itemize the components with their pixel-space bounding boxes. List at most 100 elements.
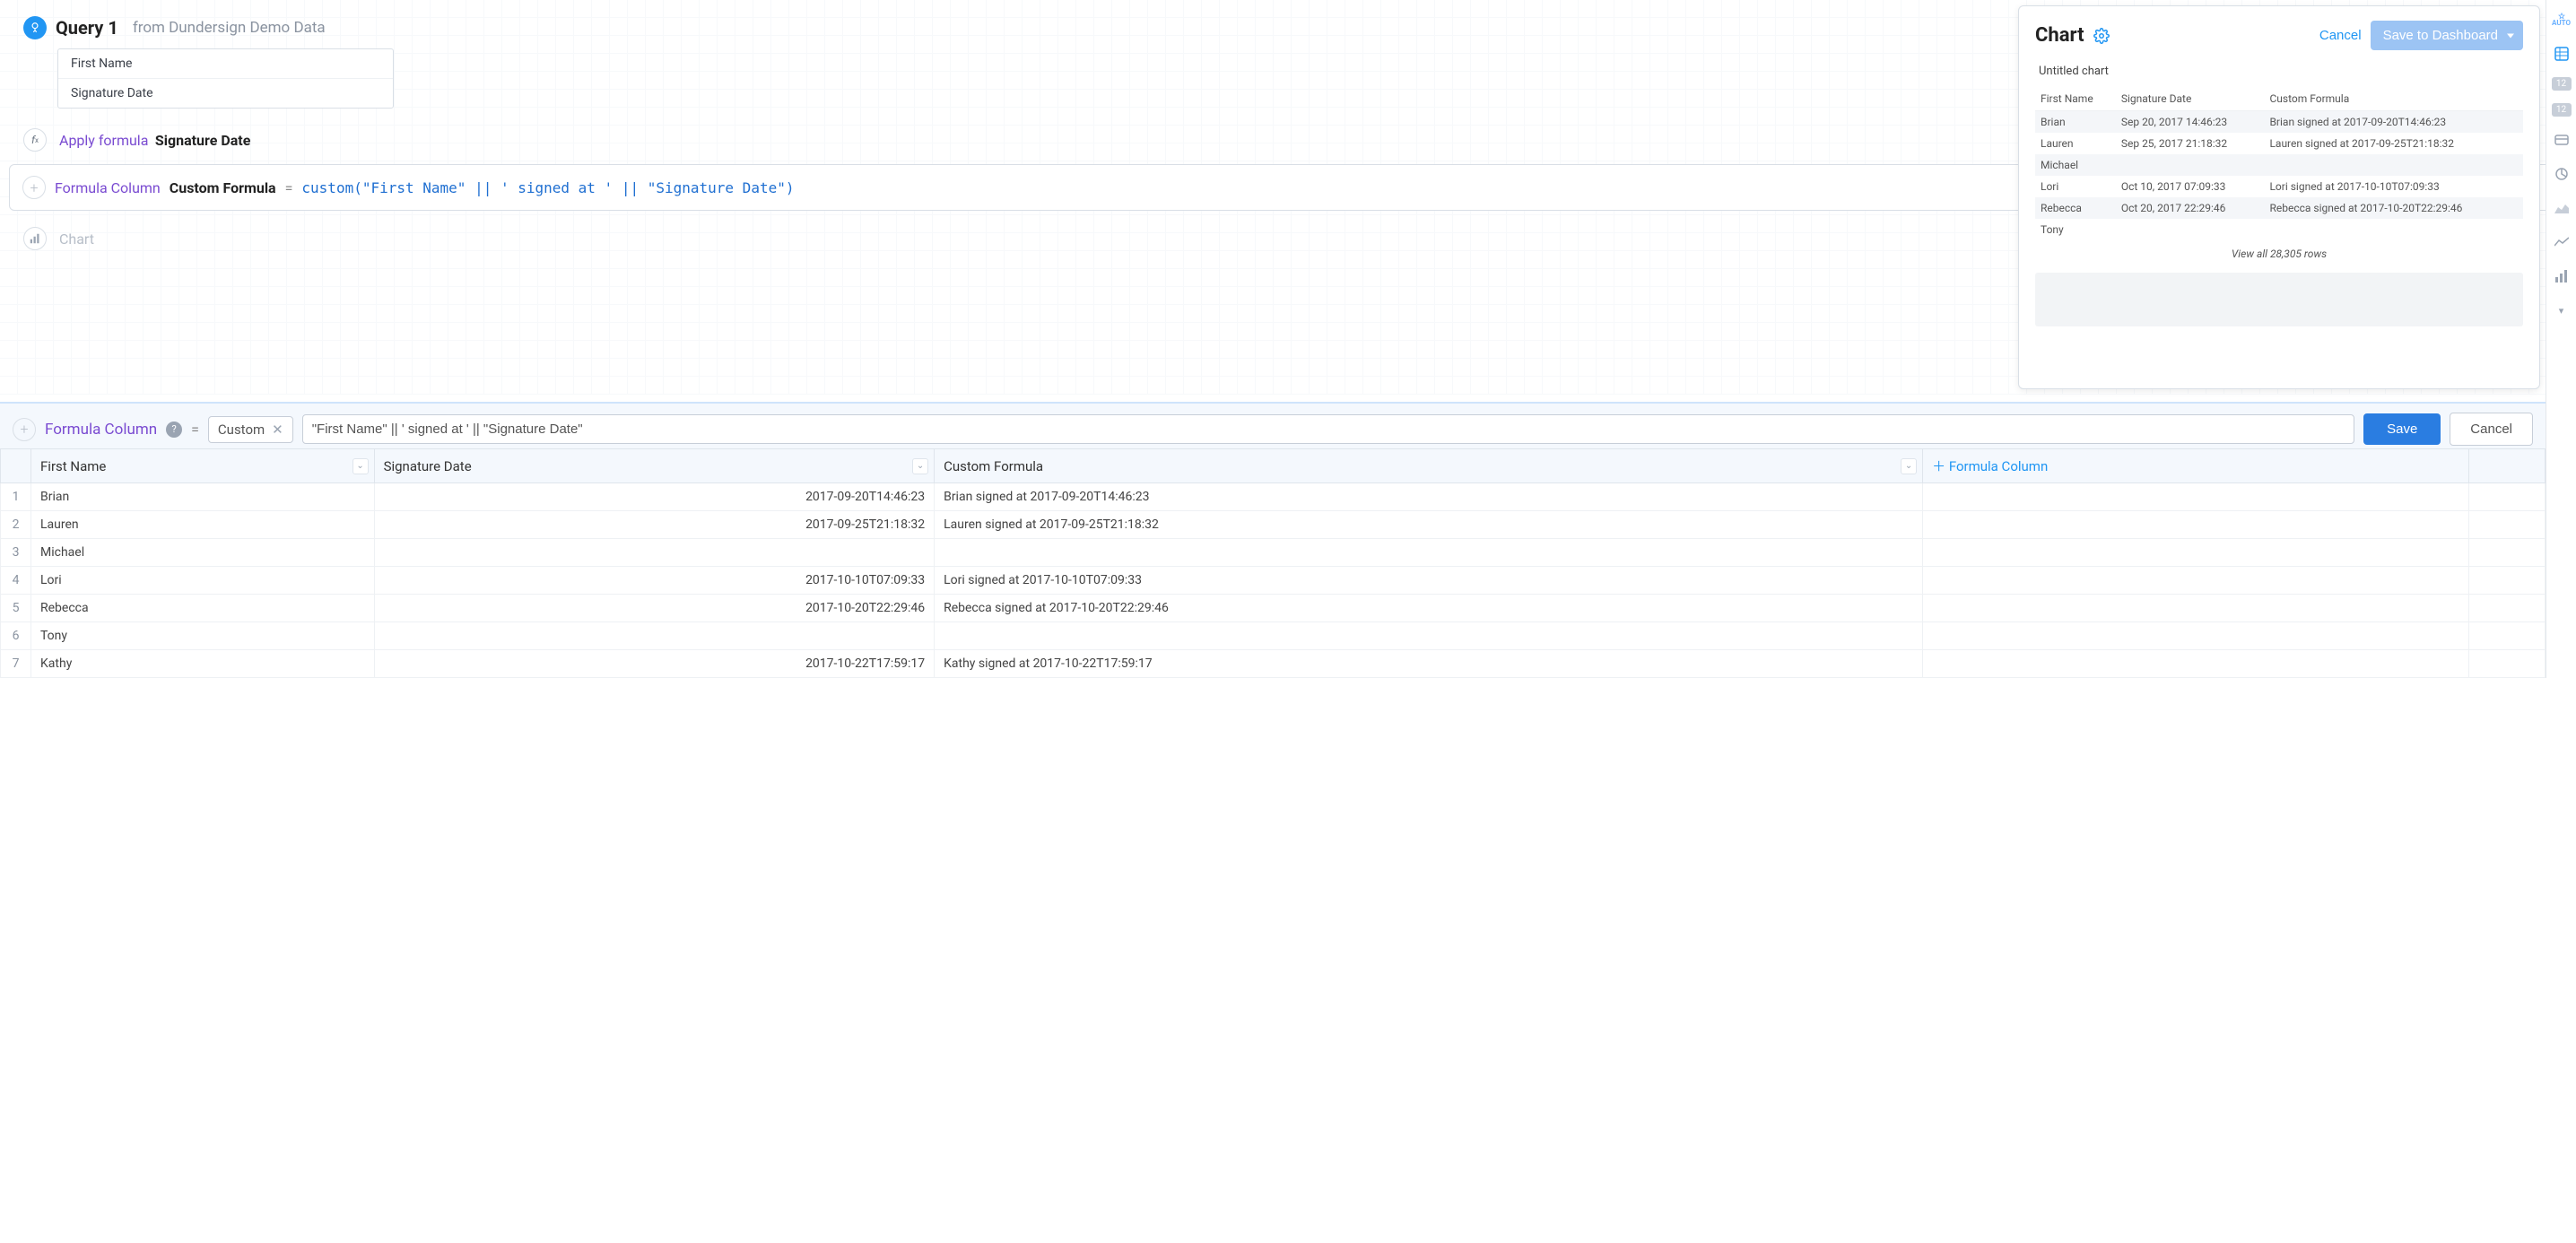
data-grid: First Name⌄ Signature Date⌄ Custom Formu… <box>0 448 2546 678</box>
table-row[interactable]: 5Rebecca2017-10-20T22:29:46Rebecca signe… <box>1 595 2546 622</box>
chart-col-header[interactable]: Signature Date <box>2116 87 2265 111</box>
apply-formula-target: Signature Date <box>155 132 250 149</box>
cell-cf: Rebecca signed at 2017-10-20T22:29:46 <box>2264 197 2523 219</box>
cell-cf: Brian signed at 2017-09-20T14:46:23 <box>2264 111 2523 134</box>
cell-empty <box>1923 650 2469 678</box>
pie-chart-icon[interactable] <box>2551 163 2572 185</box>
view-all-rows-link[interactable]: View all 28,305 rows <box>2035 248 2523 260</box>
query-title[interactable]: Query 1 <box>56 17 118 39</box>
cell-empty <box>1923 567 2469 595</box>
cell-cf: Rebecca signed at 2017-10-20T22:29:46 <box>935 595 1923 622</box>
chevron-down-icon[interactable]: ⌄ <box>1901 458 1917 474</box>
cell-cf: Brian signed at 2017-09-20T14:46:23 <box>935 483 1923 511</box>
cell-first: Brian <box>2035 111 2116 134</box>
chart-preview-row[interactable]: LoriOct 10, 2017 07:09:33Lori signed at … <box>2035 176 2523 197</box>
chart-blank-area <box>2035 273 2523 326</box>
save-to-dashboard-button[interactable]: Save to Dashboard <box>2371 21 2523 50</box>
query-field[interactable]: First Name <box>58 49 393 79</box>
cell-first: Rebecca <box>31 595 375 622</box>
cell-first: Brian <box>31 483 375 511</box>
chart-preview-panel: Chart Cancel Save to Dashboard Untitled … <box>2018 5 2540 389</box>
cell-cf: Lauren signed at 2017-09-25T21:18:32 <box>935 511 1923 539</box>
chart-preview-row[interactable]: Tony <box>2035 219 2523 240</box>
query-source: from Dundersign Demo Data <box>133 19 326 37</box>
cell-first: Lori <box>31 567 375 595</box>
chart-preview-row[interactable]: BrianSep 20, 2017 14:46:23Brian signed a… <box>2035 111 2523 134</box>
badge-12a[interactable]: 12 <box>2552 77 2572 91</box>
chevron-down-icon[interactable]: ⌄ <box>352 458 369 474</box>
chart-col-header[interactable]: Custom Formula <box>2264 87 2523 111</box>
row-number: 4 <box>1 567 31 595</box>
add-step-icon[interactable]: + <box>22 176 46 199</box>
cell-sig: 2017-09-25T21:18:32 <box>374 511 935 539</box>
grid-col-header[interactable]: Custom Formula⌄ <box>935 449 1923 483</box>
cell-sig: Oct 20, 2017 22:29:46 <box>2116 197 2265 219</box>
line-chart-icon[interactable] <box>2551 231 2572 253</box>
editor-label: Formula Column <box>45 421 157 439</box>
cell-cf <box>2264 154 2523 176</box>
chip-remove-icon[interactable]: ✕ <box>272 422 283 438</box>
cell-sig <box>374 622 935 650</box>
grid-col-header[interactable]: Signature Date⌄ <box>374 449 935 483</box>
add-formula-column[interactable]: ＋ Formula Column <box>1923 449 2469 483</box>
cell-cf: Kathy signed at 2017-10-22T17:59:17 <box>935 650 1923 678</box>
help-icon[interactable]: ? <box>166 422 182 438</box>
chart-preview-row[interactable]: RebeccaOct 20, 2017 22:29:46Rebecca sign… <box>2035 197 2523 219</box>
chart-preview-row[interactable]: Michael <box>2035 154 2523 176</box>
apply-formula-label: Apply formula <box>59 132 148 149</box>
table-row[interactable]: 1Brian2017-09-20T14:46:23Brian signed at… <box>1 483 2546 511</box>
row-number: 7 <box>1 650 31 678</box>
badge-12b[interactable]: 12 <box>2552 103 2572 117</box>
table-row[interactable]: 2Lauren2017-09-25T21:18:32Lauren signed … <box>1 511 2546 539</box>
chart-preview-row[interactable]: LaurenSep 25, 2017 21:18:32Lauren signed… <box>2035 133 2523 154</box>
row-number: 5 <box>1 595 31 622</box>
chevron-down-icon[interactable]: ▾ <box>2551 300 2572 321</box>
cell-first: Rebecca <box>2035 197 2116 219</box>
formula-input[interactable] <box>302 414 2354 444</box>
chart-untitled-label[interactable]: Untitled chart <box>2039 65 2523 78</box>
save-button[interactable]: Save <box>2363 413 2441 445</box>
auto-mode-button[interactable]: AUTO <box>2551 9 2572 30</box>
card-view-icon[interactable] <box>2551 129 2572 151</box>
chart-step-label: Chart <box>59 230 94 248</box>
cell-sig <box>2116 154 2265 176</box>
cell-first: Lauren <box>31 511 375 539</box>
cell-empty <box>2468 539 2545 567</box>
query-field[interactable]: Signature Date <box>58 79 393 108</box>
right-toolbar: AUTO 12 12 ▾ <box>2546 0 2576 678</box>
cell-sig <box>2116 219 2265 240</box>
bar-chart-icon[interactable] <box>2551 265 2572 287</box>
chart-step-icon <box>23 227 47 250</box>
cell-sig: 2017-10-22T17:59:17 <box>374 650 935 678</box>
cell-empty <box>1923 539 2469 567</box>
formula-column-title: Formula Column <box>55 179 161 196</box>
table-row[interactable]: 6Tony <box>1 622 2546 650</box>
chart-preview-table: First Name Signature Date Custom Formula… <box>2035 87 2523 240</box>
table-row[interactable]: 4Lori2017-10-10T07:09:33Lori signed at 2… <box>1 567 2546 595</box>
area-chart-icon[interactable] <box>2551 197 2572 219</box>
row-number: 2 <box>1 511 31 539</box>
cell-cf <box>2264 219 2523 240</box>
chevron-down-icon[interactable]: ⌄ <box>912 458 928 474</box>
grid-col-header[interactable]: First Name⌄ <box>31 449 375 483</box>
cell-empty <box>2468 622 2545 650</box>
cell-empty <box>1923 511 2469 539</box>
table-row[interactable]: 7Kathy2017-10-22T17:59:17Kathy signed at… <box>1 650 2546 678</box>
cell-first: Tony <box>2035 219 2116 240</box>
cell-sig: 2017-10-10T07:09:33 <box>374 567 935 595</box>
table-row[interactable]: 3Michael <box>1 539 2546 567</box>
formula-type-chip[interactable]: Custom ✕ <box>208 416 293 443</box>
row-number: 1 <box>1 483 31 511</box>
add-formula-icon[interactable]: + <box>13 418 36 441</box>
rownum-header <box>1 449 31 483</box>
cancel-button[interactable]: Cancel <box>2450 413 2533 446</box>
gear-icon[interactable] <box>2093 28 2110 44</box>
cell-sig: Sep 25, 2017 21:18:32 <box>2116 133 2265 154</box>
cell-empty <box>2468 567 2545 595</box>
chart-panel-title: Chart <box>2035 24 2084 47</box>
chart-cancel-link[interactable]: Cancel <box>2319 28 2362 43</box>
chart-col-header[interactable]: First Name <box>2035 87 2116 111</box>
cell-first: Lori <box>2035 176 2116 197</box>
cell-first: Tony <box>31 622 375 650</box>
table-view-icon[interactable] <box>2551 43 2572 65</box>
